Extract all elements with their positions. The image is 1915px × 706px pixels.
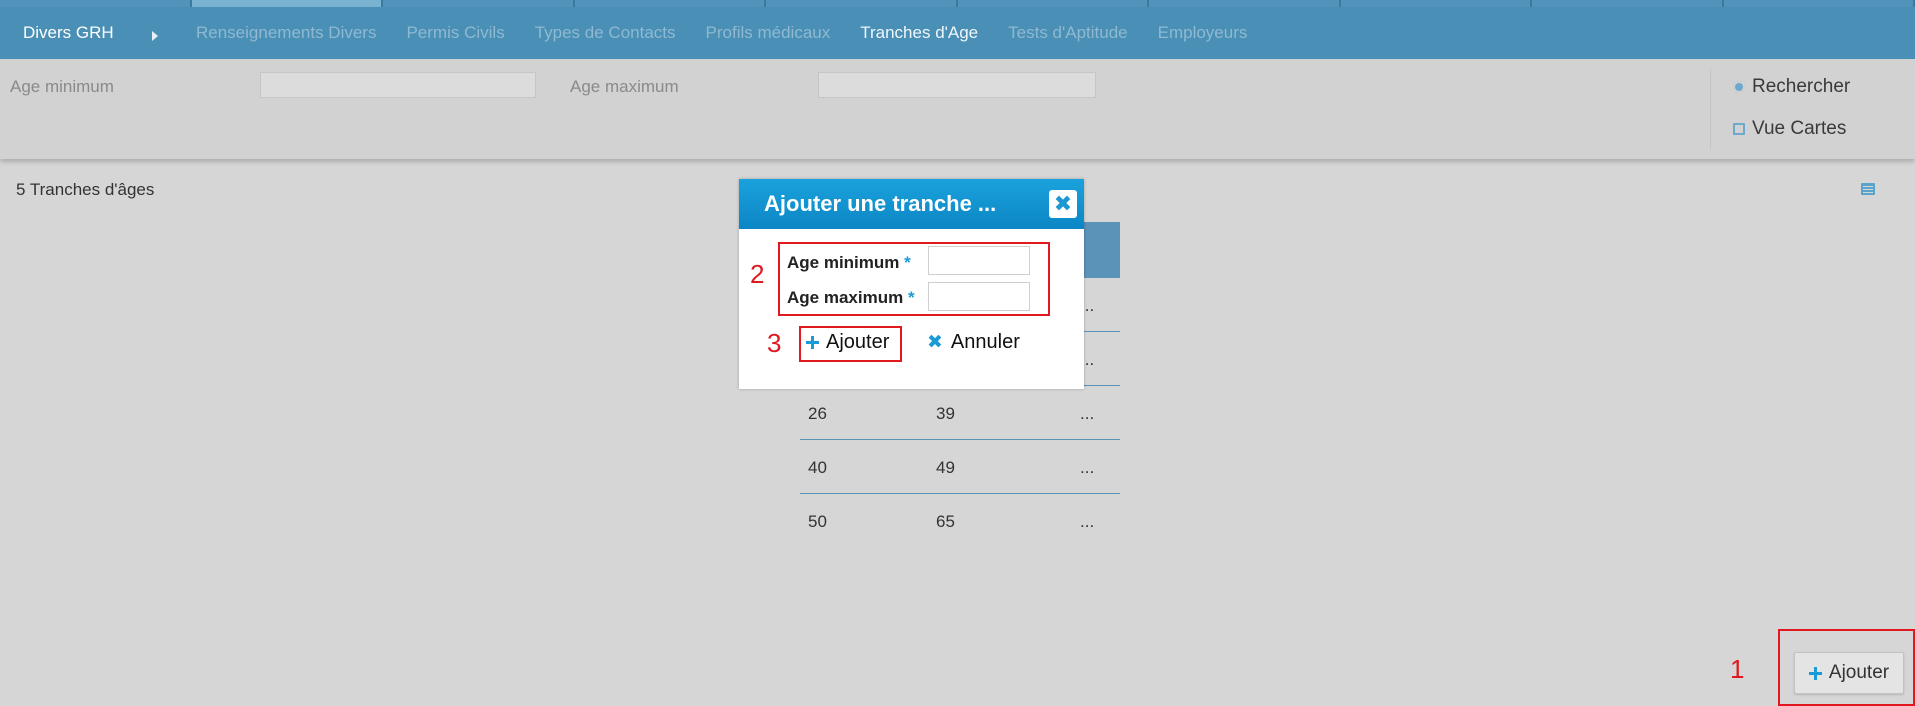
search-button-label: Rechercher: [1752, 76, 1851, 97]
nav-item-profils-medicaux[interactable]: Profils médicaux: [706, 23, 831, 43]
dialog-title: Ajouter une tranche ...: [764, 191, 997, 216]
cell-min: 50: [808, 512, 827, 531]
row-menu[interactable]: ...: [1080, 458, 1094, 478]
nav-item-employeurs[interactable]: Employeurs: [1158, 23, 1248, 43]
tab-segment: [1149, 0, 1341, 7]
dialog-cancel-button[interactable]: ✖ Annuler: [927, 331, 1020, 354]
annotation-number-2: 2: [750, 259, 765, 289]
table-row[interactable]: 50 65 ...: [800, 494, 1120, 547]
nav-item-tests-d-aptitude[interactable]: Tests d'Aptitude: [1008, 23, 1127, 43]
navbar: Divers GRH Renseignements Divers Permis …: [0, 7, 1915, 59]
filter-divider: [1710, 69, 1711, 149]
tab-segment: [1532, 0, 1724, 7]
close-x-icon: ✖: [927, 332, 943, 353]
annotation-box-3: [799, 326, 902, 362]
nav-item-permis-civils[interactable]: Permis Civils: [406, 23, 504, 43]
record-count: 5 Tranches d'âges: [16, 180, 155, 199]
filter-panel: Age minimum Age maximum Rechercher Vue C…: [0, 59, 1915, 159]
table-row[interactable]: 26 39 ...: [800, 386, 1120, 440]
grid-view-icon[interactable]: [1861, 183, 1875, 195]
tab-segment: [1723, 0, 1915, 7]
cell-max: 39: [936, 404, 955, 423]
annotation-number-3: 3: [767, 328, 782, 358]
annotation-number-1: 1: [1730, 654, 1745, 684]
tab-segment: [766, 0, 958, 7]
filter-age-max-input[interactable]: [818, 72, 1096, 98]
card-view-button[interactable]: Vue Cartes: [1733, 118, 1846, 140]
card-view-label: Vue Cartes: [1752, 118, 1847, 139]
annotation-box-2: [778, 242, 1050, 316]
cell-max: 65: [936, 512, 955, 531]
tab-segment: [383, 0, 575, 7]
nav-item-types-de-contacts[interactable]: Types de Contacts: [535, 23, 676, 43]
search-button[interactable]: Rechercher: [1733, 76, 1850, 98]
tab-segment: [191, 0, 383, 7]
filter-age-min-label: Age minimum: [10, 77, 114, 96]
table-header: [1080, 222, 1120, 278]
close-icon[interactable]: ✖: [1049, 190, 1077, 218]
nav-item-tranches-d-age[interactable]: Tranches d'Age: [860, 23, 978, 43]
tab-segment: [574, 0, 766, 7]
filter-age-min-input[interactable]: [260, 72, 536, 98]
plus-icon: [1808, 666, 1822, 680]
gear-icon: [1733, 81, 1745, 93]
nav-root[interactable]: Divers GRH: [23, 23, 143, 43]
dialog-header: Ajouter une tranche ... ✖: [739, 179, 1084, 229]
table-row[interactable]: 40 49 ...: [800, 440, 1120, 494]
cell-min: 26: [808, 404, 827, 423]
add-button-label: Ajouter: [1828, 662, 1890, 683]
dialog-cancel-label: Annuler: [950, 331, 1020, 353]
tab-segment: [957, 0, 1149, 7]
cell-min: 40: [808, 458, 827, 477]
filter-age-max-label: Age maximum: [570, 77, 679, 96]
card-view-icon: [1733, 123, 1745, 135]
tab-strip: [0, 0, 1915, 7]
tab-segment: [0, 0, 192, 7]
row-menu[interactable]: ...: [1080, 404, 1094, 424]
cell-max: 49: [936, 458, 955, 477]
add-button[interactable]: Ajouter: [1794, 652, 1904, 694]
tab-segment: [1340, 0, 1532, 7]
row-menu[interactable]: ...: [1080, 512, 1094, 532]
caret-right-icon[interactable]: [152, 31, 158, 41]
nav-item-renseignements-divers[interactable]: Renseignements Divers: [196, 23, 376, 43]
